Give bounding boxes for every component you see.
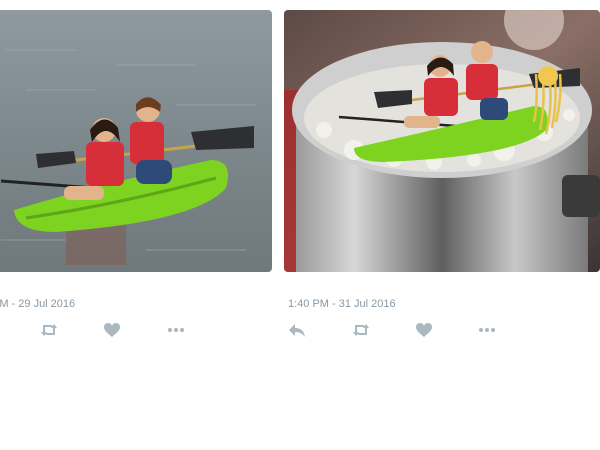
tweet-right: 1:40 PM - 31 Jul 2016 bbox=[284, 0, 600, 450]
tweet-timestamp[interactable]: PM - 29 Jul 2016 bbox=[0, 298, 75, 310]
kayak-in-pot-photo[interactable] bbox=[284, 10, 600, 272]
retweet-icon[interactable] bbox=[352, 322, 370, 338]
retweet-icon[interactable] bbox=[40, 322, 58, 338]
heart-icon[interactable] bbox=[415, 322, 433, 338]
tweet-timestamp[interactable]: 1:40 PM - 31 Jul 2016 bbox=[288, 298, 396, 310]
tweet-actions bbox=[284, 322, 600, 338]
heart-icon[interactable] bbox=[103, 322, 121, 338]
more-icon[interactable] bbox=[478, 322, 496, 338]
kayak-photo[interactable] bbox=[0, 10, 272, 272]
tweet-actions bbox=[0, 322, 280, 338]
tweet-left: PM - 29 Jul 2016 bbox=[0, 0, 280, 450]
reply-icon[interactable] bbox=[288, 322, 306, 338]
more-icon[interactable] bbox=[167, 322, 185, 338]
